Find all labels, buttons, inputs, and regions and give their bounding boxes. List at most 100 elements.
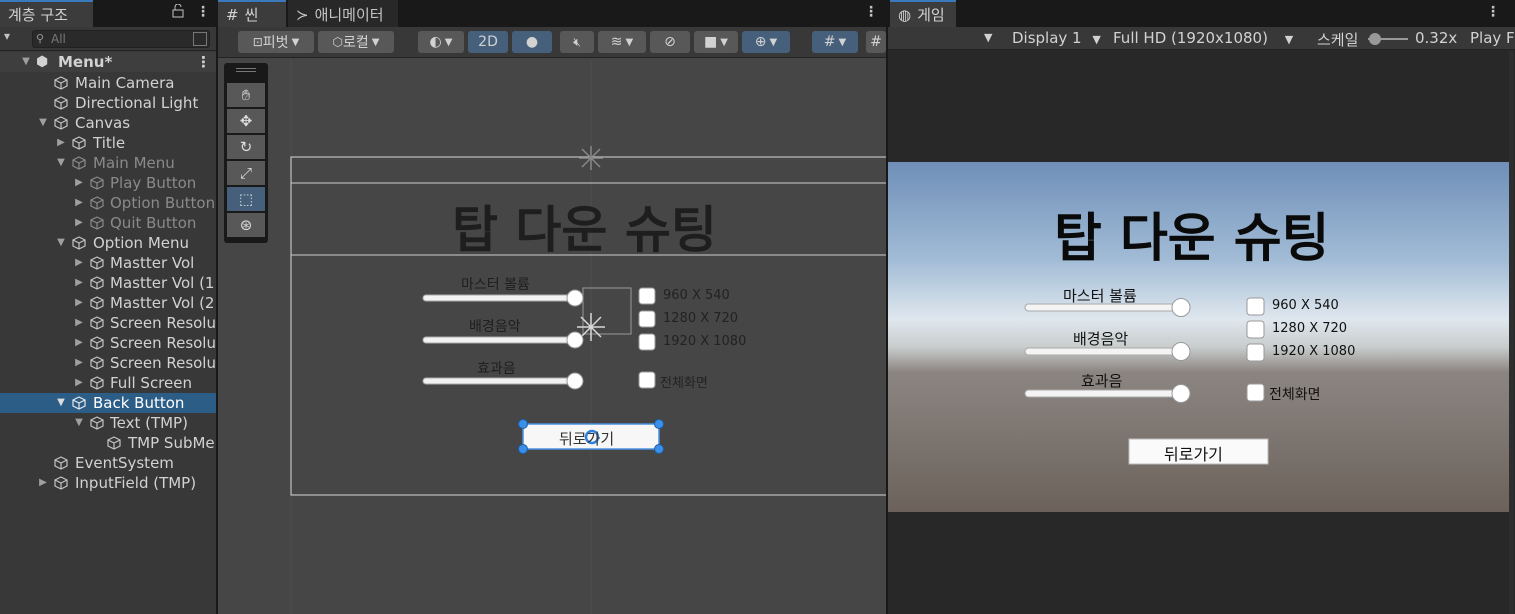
local-dropdown[interactable]: ⬡ 로컬 ▼ [318, 31, 394, 53]
tree-item-label: Text (TMP) [110, 414, 188, 432]
gameobject-icon [90, 416, 104, 430]
scene-res1-checkbox[interactable] [638, 287, 656, 305]
camera-dropdown[interactable]: ■ ▼ [694, 31, 738, 53]
search-filter-icon[interactable] [193, 32, 207, 46]
resolution-dropdown[interactable]: Full HD (1920x1080) ▼ [1113, 29, 1293, 47]
tree-item[interactable]: ▶ Option Button [0, 193, 216, 213]
expand-arrow-icon[interactable]: ▶ [73, 293, 85, 313]
tab-game[interactable]: ◍ 게임 [890, 0, 956, 27]
tree-item-label: Main Camera [75, 74, 175, 92]
tree-item-selected[interactable]: ▼ Back Button [0, 393, 216, 413]
tree-item[interactable]: ▶ Mastter Vol (2 [0, 293, 216, 313]
expand-arrow-icon[interactable]: ▼ [20, 52, 32, 72]
gameobject-icon [54, 116, 68, 130]
game-res1-checkbox[interactable] [1246, 297, 1265, 316]
tree-item[interactable]: Directional Light [0, 93, 216, 113]
rect-tool-button[interactable]: ⬚ [227, 187, 265, 211]
expand-arrow-icon[interactable]: ▶ [73, 173, 85, 193]
scene-res3-checkbox[interactable] [638, 333, 656, 351]
transform-tool-button[interactable]: ⊛ [227, 213, 265, 237]
expand-arrow-icon[interactable]: ▶ [37, 473, 49, 493]
hidden-objects-toggle[interactable]: ⊘ [650, 31, 690, 53]
expand-arrow-icon[interactable]: ▼ [73, 413, 85, 433]
rotate-tool-button[interactable]: ↻ [227, 135, 265, 159]
tree-item[interactable]: ▶ Title [0, 133, 216, 153]
hierarchy-tabbar: 계층 구조 ⋮ [0, 0, 216, 27]
tree-item[interactable]: ▶ Full Screen [0, 373, 216, 393]
shading-mode-dropdown[interactable]: ◐ ▼ [418, 31, 464, 53]
scene-res2-checkbox[interactable] [638, 310, 656, 328]
expand-arrow-icon[interactable]: ▶ [73, 353, 85, 373]
play-mode-dropdown[interactable]: Play F [1470, 29, 1515, 47]
scene-fullscreen-checkbox[interactable] [638, 371, 656, 389]
create-dropdown-icon[interactable]: ▾ [4, 29, 10, 43]
hand-icon: ✋︎ [241, 86, 251, 104]
expand-arrow-icon[interactable]: ▼ [55, 393, 67, 413]
gameobject-icon [54, 456, 68, 470]
scale-slider-knob[interactable] [1369, 33, 1381, 45]
tree-item[interactable]: TMP SubMe [0, 433, 216, 453]
tree-item[interactable]: ▼ Option Menu [0, 233, 216, 253]
lighting-toggle[interactable]: ● [512, 31, 552, 53]
local-label: 로컬 [343, 35, 369, 51]
pivot-label: 피벗 [262, 35, 289, 51]
scene-menu-icon[interactable]: ⋮ [864, 4, 878, 20]
snap-increment-button[interactable]: # [866, 31, 886, 53]
expand-arrow-icon[interactable]: ▶ [73, 253, 85, 273]
chevron-down-icon[interactable]: ▼ [984, 31, 992, 44]
tree-item[interactable]: ▶ Play Button [0, 173, 216, 193]
palette-drag-handle[interactable] [236, 68, 256, 72]
tree-item[interactable]: ▼ Text (TMP) [0, 413, 216, 433]
eye-off-icon: ⊘ [664, 34, 676, 50]
pivot-dropdown[interactable]: ⊡ 피벗 ▼ [238, 31, 314, 53]
game-res1-label: 960 X 540 [1272, 298, 1339, 313]
lock-icon[interactable] [172, 3, 184, 22]
game-menu-icon[interactable]: ⋮ [1486, 4, 1500, 20]
gizmos-dropdown[interactable]: ⊕ ▼ [742, 31, 790, 53]
expand-arrow-icon[interactable]: ▼ [37, 113, 49, 133]
hierarchy-menu-icon[interactable]: ⋮ [196, 4, 210, 20]
tree-item[interactable]: ▶ Screen Resolu [0, 333, 216, 353]
scene-viewport[interactable] [218, 59, 886, 614]
expand-arrow-icon[interactable]: ▶ [73, 313, 85, 333]
gizmo-icon: ⊕ [754, 34, 767, 50]
display-dropdown[interactable]: Display 1 ▼ [1012, 29, 1101, 47]
tree-item[interactable]: ▶ InputField (TMP) [0, 473, 216, 493]
audio-toggle[interactable]: 🔇︎ [560, 31, 594, 53]
scale-tool-button[interactable]: ⤢ [227, 161, 265, 185]
expand-arrow-icon[interactable]: ▶ [73, 213, 85, 233]
tree-item[interactable]: ▼ Canvas [0, 113, 216, 133]
effects-dropdown[interactable]: ≋ ▼ [598, 31, 646, 53]
expand-arrow-icon[interactable]: ▶ [55, 133, 67, 153]
move-tool-button[interactable]: ✥ [227, 109, 265, 133]
tree-item[interactable]: ▶ Mastter Vol (1 [0, 273, 216, 293]
expand-arrow-icon[interactable]: ▼ [55, 233, 67, 253]
expand-arrow-icon[interactable]: ▼ [55, 153, 67, 173]
camera-icon: ■ [704, 34, 718, 50]
tree-item[interactable]: EventSystem [0, 453, 216, 473]
game-res2-checkbox[interactable] [1246, 320, 1265, 339]
scene-root-row[interactable]: ▼ ⬢ Menu* ⋮ [0, 52, 216, 72]
tab-scene[interactable]: # 씬 [218, 0, 286, 27]
grid-snap-dropdown[interactable]: # ▼ [812, 31, 858, 53]
game-scrollbar[interactable] [1509, 51, 1514, 614]
tree-item[interactable]: Main Camera [0, 73, 216, 93]
hand-tool-button[interactable]: ✋︎ [227, 83, 265, 107]
scene-menu-icon[interactable]: ⋮ [196, 52, 211, 72]
expand-arrow-icon[interactable]: ▶ [73, 193, 85, 213]
expand-arrow-icon[interactable]: ▶ [73, 273, 85, 293]
tree-item[interactable]: ▶ Screen Resolu [0, 313, 216, 333]
game-fullscreen-checkbox[interactable] [1246, 383, 1265, 402]
tab-hierarchy[interactable]: 계층 구조 [0, 0, 93, 27]
game-res3-checkbox[interactable] [1246, 343, 1265, 362]
expand-arrow-icon[interactable]: ▶ [73, 333, 85, 353]
tab-animator[interactable]: ≻ 애니메이터 [288, 0, 398, 27]
tree-item[interactable]: ▶ Screen Resolu [0, 353, 216, 373]
scale-icon: ⤢ [239, 164, 252, 182]
hierarchy-search-input[interactable]: ⚲ All [32, 30, 210, 48]
mode-2d-toggle[interactable]: 2D [468, 31, 508, 53]
tree-item[interactable]: ▼ Main Menu [0, 153, 216, 173]
expand-arrow-icon[interactable]: ▶ [73, 373, 85, 393]
tree-item[interactable]: ▶ Mastter Vol [0, 253, 216, 273]
tree-item[interactable]: ▶ Quit Button [0, 213, 216, 233]
